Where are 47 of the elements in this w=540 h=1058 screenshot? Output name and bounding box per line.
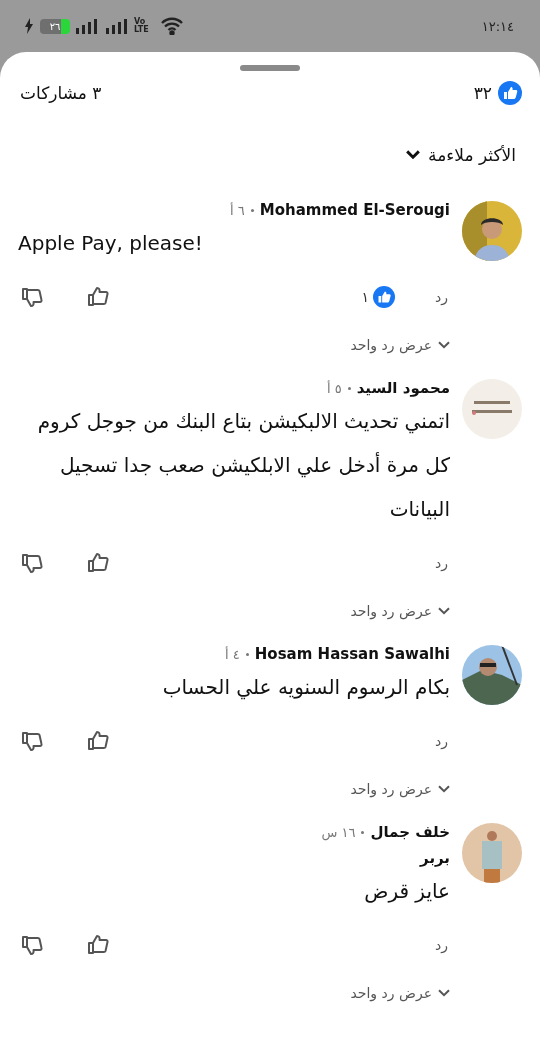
dislike-icon (20, 729, 44, 753)
clock: ١٢:١٤ (481, 18, 514, 34)
comment-text: عايز قرض (363, 878, 450, 905)
chevron-down-icon (438, 606, 450, 616)
dislike-icon (20, 285, 44, 309)
wifi-icon (160, 17, 184, 35)
like-count: ٣٢ (473, 83, 492, 103)
battery-level: ٢٦ (40, 18, 70, 34)
like-icon (86, 285, 110, 309)
like-icon (86, 933, 110, 957)
reply-link[interactable]: رد (435, 555, 448, 571)
like-badge-icon (373, 286, 395, 308)
drag-handle[interactable] (240, 65, 300, 71)
chevron-down-icon (438, 784, 450, 794)
view-replies-link[interactable]: عرض رد واحد (350, 985, 450, 1001)
reaction-count: ١ (361, 289, 369, 305)
view-replies-link[interactable]: عرض رد واحد (350, 781, 450, 797)
signal-icon (76, 18, 128, 34)
chevron-down-icon (406, 150, 421, 160)
comment-text: Apple Pay, please! (18, 230, 204, 257)
like-icon (86, 729, 110, 753)
chevron-down-icon (438, 988, 450, 998)
comment-time: ٤ أ (225, 646, 240, 662)
share-count: ٣ مشاركات (20, 83, 102, 103)
chevron-down-icon (438, 340, 450, 350)
comment-text: اتمني تحديث الالبكيشن بتاع البنك من جوجل كروم كل مرة أدخل علي الابلكيشن صعب جدا تسجيل البيانات (36, 408, 450, 523)
view-replies-link[interactable]: عرض رد واحد (350, 337, 450, 353)
comment-time: ٦ أ (230, 202, 245, 218)
author-name[interactable]: Hosam Hassan Sawalhi (254, 645, 450, 663)
reply-link[interactable]: رد (435, 937, 448, 953)
reply-link[interactable]: رد (435, 733, 448, 749)
charging-icon (24, 18, 34, 34)
author-name[interactable]: خلف جمال (370, 823, 450, 841)
comment-text: بكام الرسوم السنويه علي الحساب (161, 674, 450, 702)
like-icon (86, 551, 110, 575)
author-name[interactable]: Mohammed El-Serougi (259, 201, 450, 219)
comment-time: ٥ أ (326, 380, 342, 396)
dislike-icon (20, 551, 44, 575)
author-name[interactable]: محمود السيد (356, 379, 450, 397)
dislike-icon (20, 933, 44, 957)
author-subtitle: بربر (418, 849, 450, 867)
comment-time: ١٦ س (321, 824, 356, 840)
reply-link[interactable]: رد (435, 289, 448, 305)
network-label: Vo LTE (134, 18, 150, 34)
view-replies-link[interactable]: عرض رد واحد (350, 603, 450, 619)
like-badge-icon (498, 81, 522, 105)
sort-dropdown[interactable]: الأكثر ملاءمة (406, 145, 516, 165)
